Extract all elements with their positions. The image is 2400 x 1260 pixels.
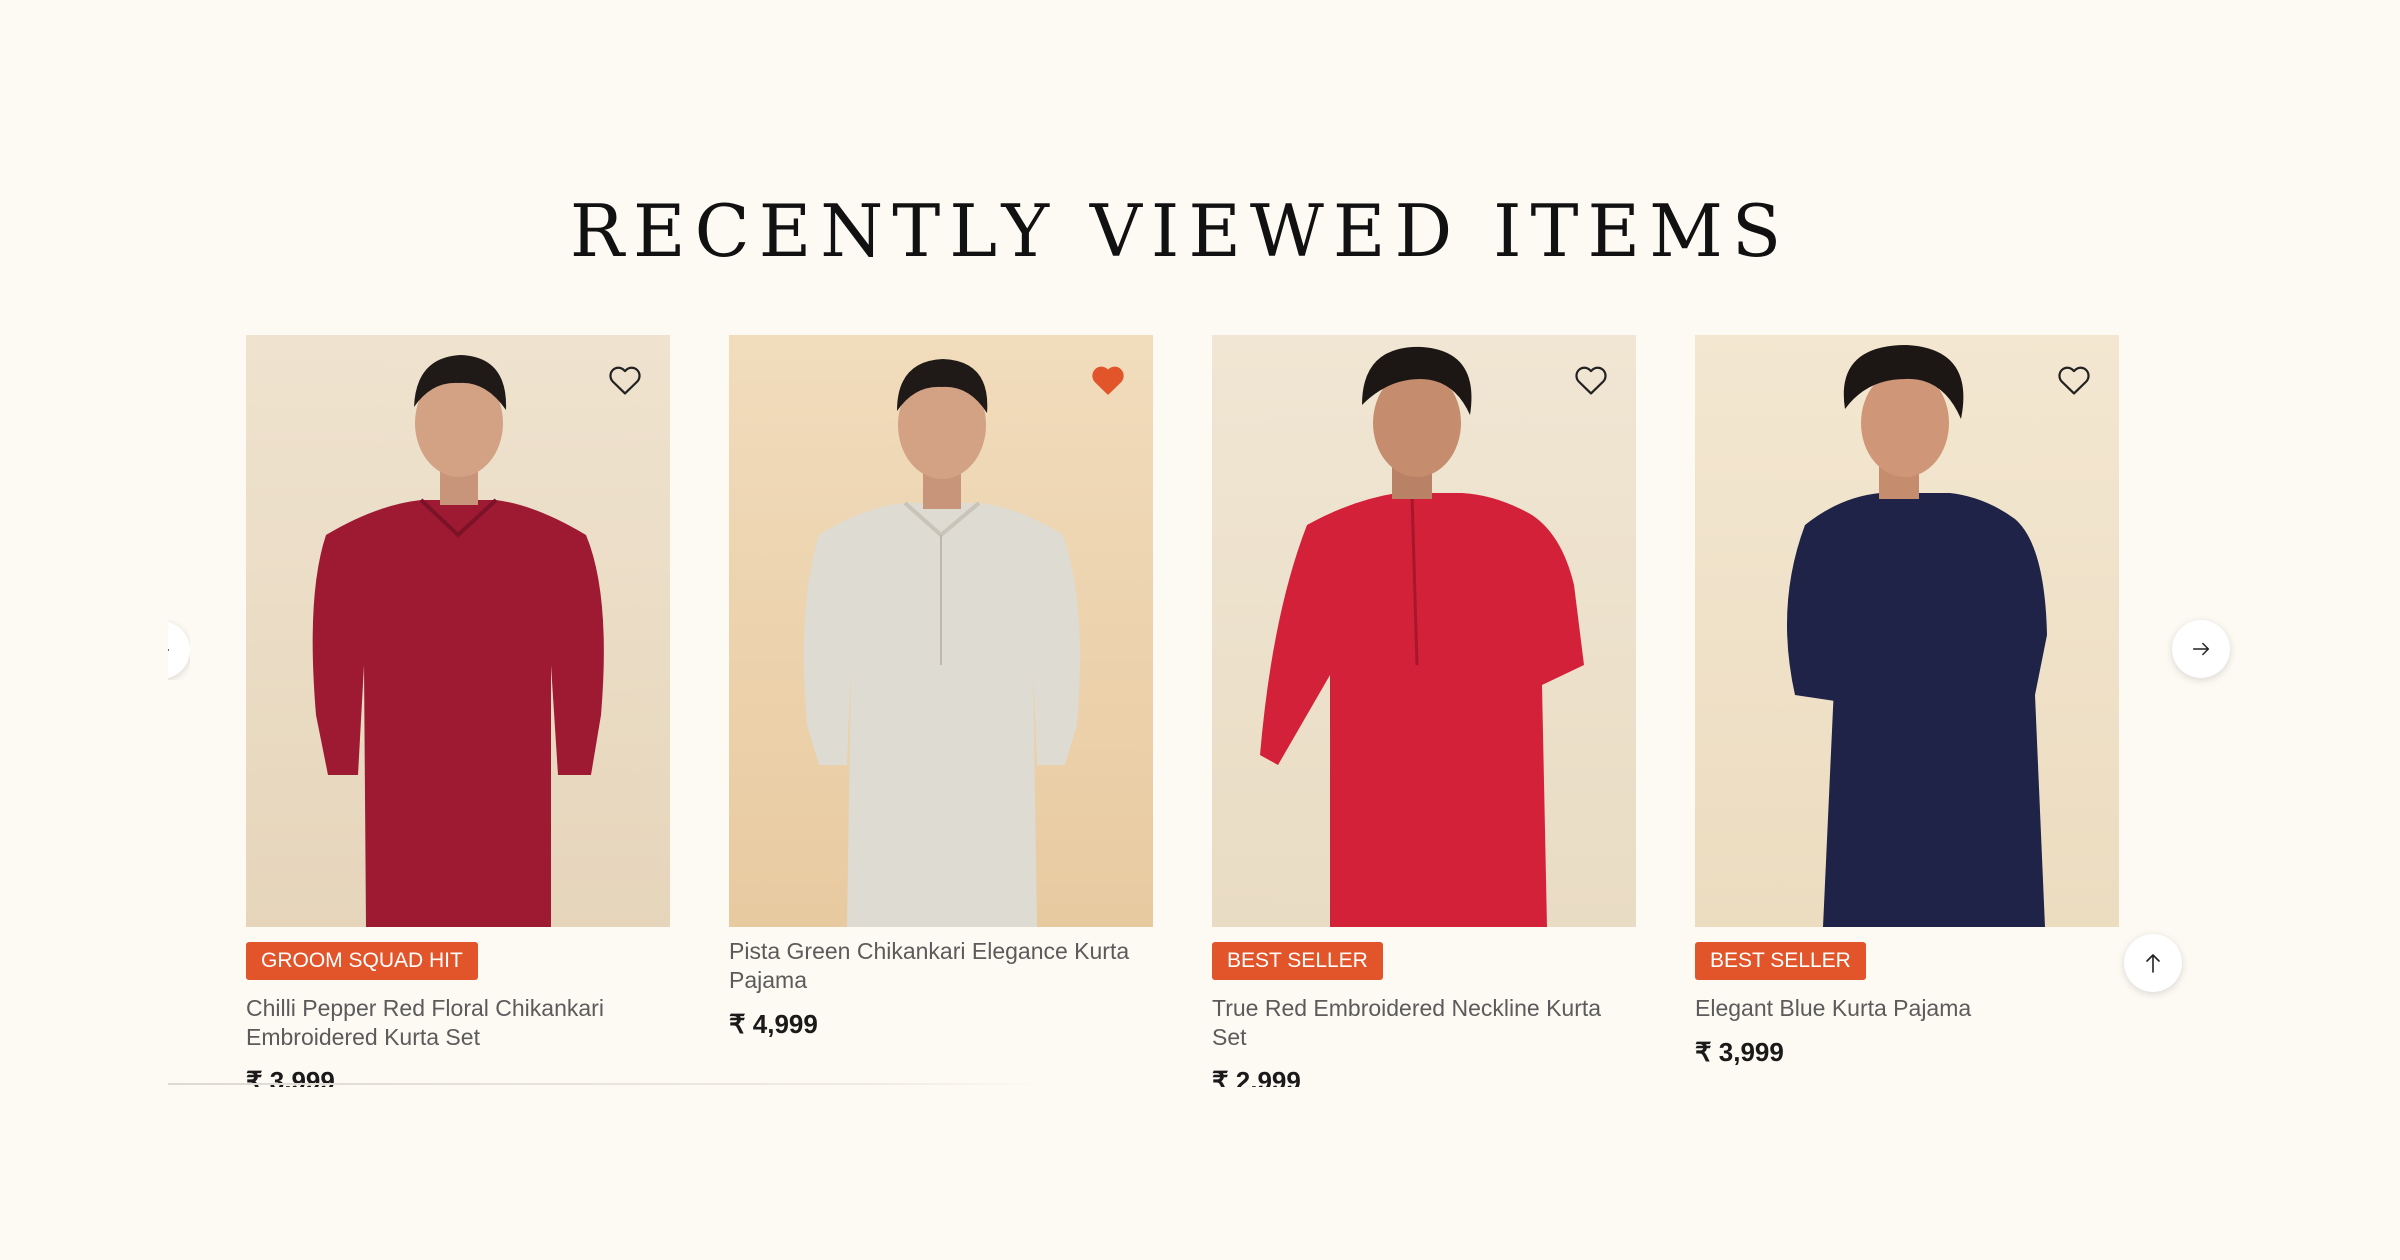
product-image[interactable]	[246, 335, 670, 927]
product-carousel: GROOM SQUAD HIT Chilli Pepper Red Floral…	[168, 300, 2232, 1087]
wishlist-button[interactable]	[606, 361, 644, 399]
product-badge: GROOM SQUAD HIT	[246, 942, 478, 980]
product-price: ₹ 2,999	[1212, 1066, 1301, 1087]
product-card[interactable]: Pista Green Chikankari Elegance Kurta Pa…	[729, 335, 1153, 1040]
wishlist-button[interactable]	[1089, 361, 1127, 399]
heart-filled-icon	[1092, 366, 1124, 395]
product-photo-maroon	[246, 335, 670, 927]
arrow-up-icon	[2146, 954, 2160, 973]
product-badge: BEST SELLER	[1212, 942, 1383, 980]
product-card[interactable]: BEST SELLER True Red Embroidered Necklin…	[1212, 335, 1636, 1087]
product-card[interactable]: BEST SELLER Elegant Blue Kurta Pajama ₹ …	[1695, 335, 2119, 1068]
product-price: ₹ 3,999	[1695, 1037, 1784, 1067]
carousel-prev-button[interactable]	[168, 621, 190, 679]
wishlist-button[interactable]	[1572, 361, 1610, 399]
arrow-right-icon	[2192, 642, 2210, 656]
heart-outline-icon	[2058, 366, 2090, 395]
product-badge: BEST SELLER	[1695, 942, 1866, 980]
carousel-next-button[interactable]	[2172, 620, 2230, 678]
carousel-scrollbar[interactable]	[168, 1083, 1048, 1085]
carousel-prev-clip	[168, 620, 190, 680]
section-title: RECENTLY VIEWED ITEMS	[569, 189, 1791, 273]
product-image[interactable]	[1212, 335, 1636, 927]
arrow-left-icon	[168, 649, 170, 651]
heart-outline-icon	[609, 366, 641, 395]
product-photo-red	[1212, 335, 1636, 927]
product-image[interactable]	[1695, 335, 2119, 927]
recently-viewed-section: RECENTLY VIEWED ITEMS GROOM SQUAD HIT Ch…	[0, 0, 2400, 1260]
product-name[interactable]: Pista Green Chikankari Elegance Kurta Pa…	[729, 937, 1153, 995]
heart-outline-icon	[1575, 366, 1607, 395]
product-image[interactable]	[729, 335, 1153, 927]
product-name[interactable]: Chilli Pepper Red Floral Chikankari Embr…	[246, 994, 670, 1052]
product-photo-pista	[729, 335, 1153, 927]
product-photo-navy	[1695, 335, 2119, 927]
product-price: ₹ 4,999	[729, 1009, 818, 1039]
product-name[interactable]: True Red Embroidered Neckline Kurta Set	[1212, 994, 1636, 1052]
product-card[interactable]: GROOM SQUAD HIT Chilli Pepper Red Floral…	[246, 335, 670, 1087]
wishlist-button[interactable]	[2055, 361, 2093, 399]
scroll-to-top-button[interactable]	[2124, 934, 2182, 992]
product-name[interactable]: Elegant Blue Kurta Pajama	[1695, 994, 2119, 1023]
